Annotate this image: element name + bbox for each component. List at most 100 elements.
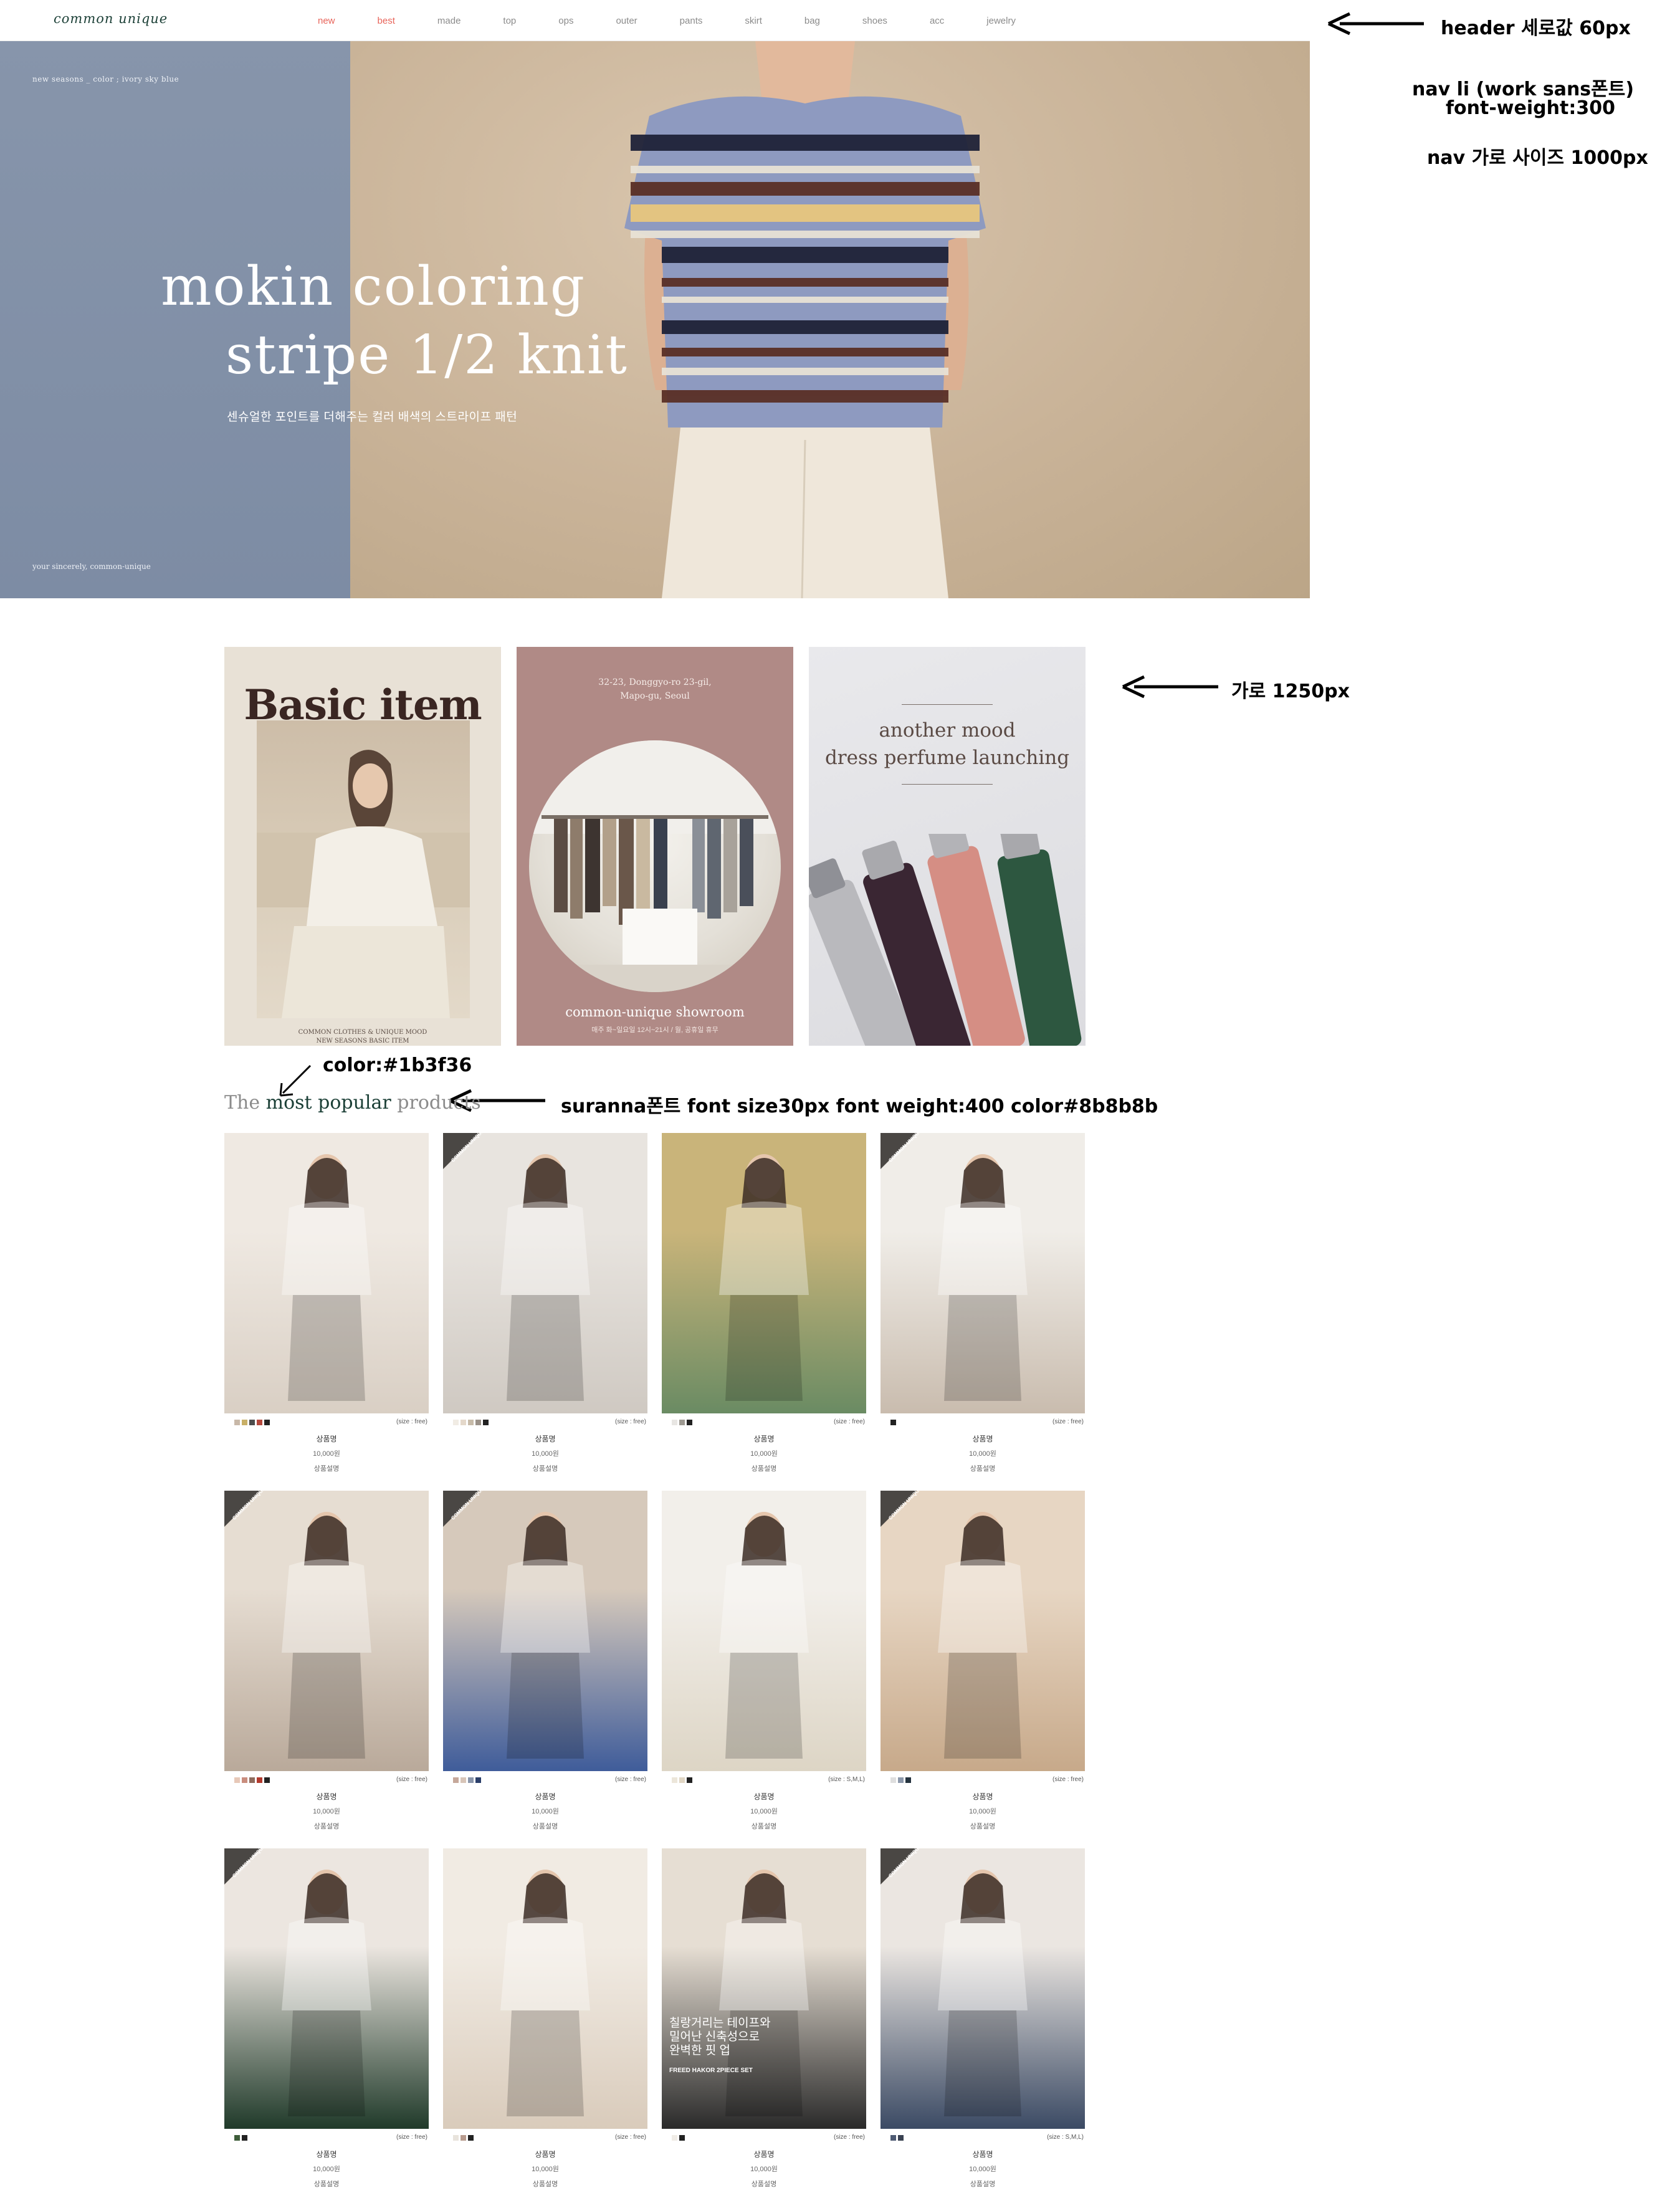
product-card[interactable]: COMMON UNIQUE (size : free) 상품명 10,000원 상품설명: [224, 1491, 429, 1840]
color-swatch[interactable]: [453, 1420, 459, 1425]
product-card[interactable]: (size : free) 상품명 10,000원 상품설명: [224, 1133, 429, 1482]
product-name[interactable]: 상품명: [881, 1433, 1085, 1444]
product-image[interactable]: [443, 1848, 647, 2129]
product-price: 10,000원: [532, 2166, 559, 2173]
color-swatch[interactable]: [249, 1777, 255, 1783]
product-image[interactable]: [224, 1133, 429, 1413]
color-swatch[interactable]: [453, 2135, 459, 2141]
nav-item-bag[interactable]: bag: [804, 16, 820, 26]
color-swatch[interactable]: [905, 1777, 911, 1783]
color-swatch[interactable]: [264, 1777, 270, 1783]
nav-item-best[interactable]: best: [378, 16, 395, 26]
color-swatch[interactable]: [475, 1420, 481, 1425]
product-card[interactable]: 칠랑거리는 테이프와 밀어난 신축성으로 완벽한 핏 업 FREED HAKOR 2P…: [662, 1848, 866, 2197]
product-name[interactable]: 상품명: [881, 1791, 1085, 1802]
product-image[interactable]: COMMON UNIQUE: [224, 1491, 429, 1771]
nav-item-top[interactable]: top: [503, 16, 516, 26]
perfume-divider-top: [902, 704, 993, 705]
banner-showroom[interactable]: 32-23, Donggyo-ro 23-gil, Mapo-gu, Seoul: [517, 647, 793, 1046]
nav-item-acc[interactable]: acc: [930, 16, 944, 26]
product-card[interactable]: (size : free) 상품명 10,000원 상품설명: [662, 1133, 866, 1482]
nav-item-outer[interactable]: outer: [616, 16, 637, 26]
color-swatch[interactable]: [672, 1777, 677, 1783]
color-swatch[interactable]: [234, 1777, 240, 1783]
product-name[interactable]: 상품명: [443, 1433, 647, 1444]
product-card[interactable]: COMMON UNIQUE (size : free) 상품명 10,000원 상품설명: [224, 1848, 429, 2197]
product-card[interactable]: (size : S,M,L) 상품명 10,000원 상품설명: [662, 1491, 866, 1840]
product-name[interactable]: 상품명: [881, 2149, 1085, 2159]
product-size: (size : free): [833, 1418, 865, 1425]
product-image[interactable]: COMMON UNIQUE: [224, 1848, 429, 2129]
product-name[interactable]: 상품명: [662, 2149, 866, 2159]
color-swatch[interactable]: [898, 2135, 904, 2141]
color-swatch[interactable]: [890, 1420, 896, 1425]
product-name[interactable]: 상품명: [443, 2149, 647, 2159]
product-image[interactable]: COMMON UNIQUE: [443, 1133, 647, 1413]
color-swatch[interactable]: [257, 1420, 262, 1425]
color-swatch[interactable]: [483, 1420, 489, 1425]
product-image[interactable]: COMMON UNIQUE: [881, 1133, 1085, 1413]
product-image[interactable]: COMMON UNIQUE: [881, 1848, 1085, 2129]
product-image[interactable]: [662, 1491, 866, 1771]
nav-item-made[interactable]: made: [437, 16, 461, 26]
product-card[interactable]: COMMON UNIQUE (size : free) 상품명 10,000원 상품설명: [443, 1491, 647, 1840]
color-swatch[interactable]: [898, 1777, 904, 1783]
color-swatch[interactable]: [242, 1777, 247, 1783]
color-swatch[interactable]: [234, 1420, 240, 1425]
hero-season-caption: new seasons _ color ; ivory sky blue: [32, 75, 179, 84]
color-swatch[interactable]: [679, 2135, 685, 2141]
color-swatch[interactable]: [672, 2135, 677, 2141]
color-swatch[interactable]: [461, 1777, 466, 1783]
color-swatch[interactable]: [249, 1420, 255, 1425]
product-card[interactable]: COMMON UNIQUE (size : free) 상품명 10,000원 상품설명: [443, 1133, 647, 1482]
product-card[interactable]: COMMON UNIQUE (size : S,M,L) 상품명 10,000원 상품설…: [881, 1848, 1085, 2197]
color-swatch[interactable]: [679, 1777, 685, 1783]
product-name[interactable]: 상품명: [224, 1791, 429, 1802]
product-name[interactable]: 상품명: [662, 1433, 866, 1444]
product-image[interactable]: COMMON UNIQUE: [443, 1491, 647, 1771]
product-name[interactable]: 상품명: [662, 1791, 866, 1802]
nav-item-shoes[interactable]: shoes: [862, 16, 887, 26]
color-swatch[interactable]: [468, 2135, 474, 2141]
product-name[interactable]: 상품명: [443, 1791, 647, 1802]
hero-title-line1: mokin coloring: [161, 256, 586, 318]
product-card[interactable]: COMMON UNIQUE (size : free) 상품명 10,000원 상품설명: [881, 1133, 1085, 1482]
color-swatch[interactable]: [687, 1777, 692, 1783]
product-card[interactable]: (size : free) 상품명 10,000원 상품설명: [443, 1848, 647, 2197]
color-swatch[interactable]: [264, 1420, 270, 1425]
product-name[interactable]: 상품명: [224, 1433, 429, 1444]
product-size: (size : free): [1052, 1418, 1084, 1425]
nav-item-skirt[interactable]: skirt: [745, 16, 762, 26]
color-swatch[interactable]: [242, 2135, 247, 2141]
product-image[interactable]: 칠랑거리는 테이프와 밀어난 신축성으로 완벽한 핏 업 FREED HAKOR 2P…: [662, 1848, 866, 2129]
banner-perfume-launch[interactable]: another mood dress perfume launching: [809, 647, 1086, 1046]
nav-item-jewelry[interactable]: jewelry: [986, 16, 1016, 26]
product-price: 10,000원: [313, 2166, 340, 2173]
color-swatch[interactable]: [461, 2135, 466, 2141]
color-swatch[interactable]: [890, 1777, 896, 1783]
color-swatch[interactable]: [234, 2135, 240, 2141]
color-swatch[interactable]: [468, 1420, 474, 1425]
nav-item-pants[interactable]: pants: [680, 16, 703, 26]
hero-banner[interactable]: new seasons _ color ; ivory sky blue mok…: [0, 41, 1310, 598]
color-swatch[interactable]: [453, 1777, 459, 1783]
header-annotation-arrow: [1327, 12, 1424, 36]
banner-basic-item[interactable]: Basic item COMMON CLOTHES & UNIQUE MOOD …: [224, 647, 501, 1046]
nav-item-new[interactable]: new: [318, 16, 335, 26]
color-swatch[interactable]: [890, 2135, 896, 2141]
color-swatch[interactable]: [475, 1777, 481, 1783]
product-name[interactable]: 상품명: [224, 2149, 429, 2159]
color-swatch[interactable]: [257, 1777, 262, 1783]
product-image[interactable]: [662, 1133, 866, 1413]
logo[interactable]: common unique: [54, 11, 168, 26]
product-image[interactable]: COMMON UNIQUE: [881, 1491, 1085, 1771]
color-swatch[interactable]: [461, 1420, 466, 1425]
color-swatch[interactable]: [687, 1420, 692, 1425]
nav-item-ops[interactable]: ops: [558, 16, 573, 26]
color-swatch[interactable]: [468, 1777, 474, 1783]
color-swatch[interactable]: [679, 1420, 685, 1425]
color-swatch[interactable]: [242, 1420, 247, 1425]
product-card[interactable]: COMMON UNIQUE (size : free) 상품명 10,000원 상품설명: [881, 1491, 1085, 1840]
color-swatch[interactable]: [672, 1420, 677, 1425]
site-header: common unique new best made top ops oute…: [0, 0, 1310, 41]
